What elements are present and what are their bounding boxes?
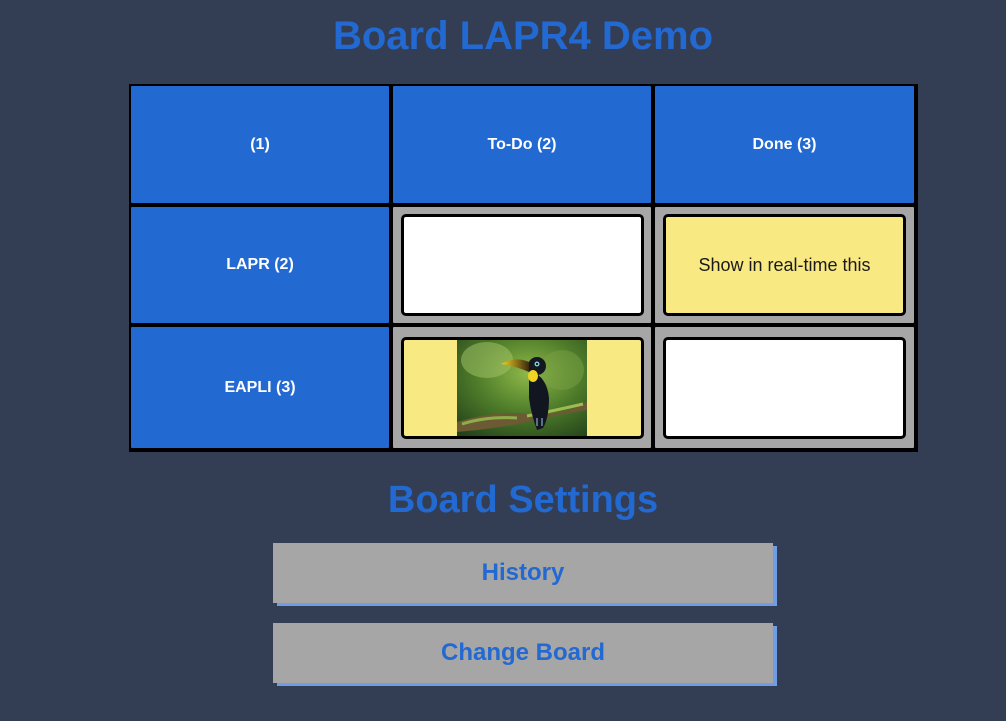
- column-header-label: To-Do (2): [487, 135, 557, 153]
- board-grid: (1) To-Do (2) Done (3) LAPR (2) Show in …: [129, 84, 918, 452]
- history-button[interactable]: History: [273, 543, 773, 603]
- corner-header-label: (1): [250, 135, 270, 153]
- card-text: Show in real-time this: [698, 254, 871, 275]
- board-cell-lapr-todo[interactable]: [391, 205, 653, 325]
- board-cell-lapr-done[interactable]: Show in real-time this: [653, 205, 916, 325]
- card[interactable]: [663, 336, 906, 439]
- column-header-label: Done (3): [752, 135, 817, 153]
- board-cell-eapli-done[interactable]: [653, 325, 916, 450]
- row-header-label: EAPLI (3): [224, 378, 296, 396]
- board-settings-title: Board Settings: [387, 479, 659, 521]
- card[interactable]: [400, 336, 644, 439]
- card[interactable]: Show in real-time this: [663, 214, 906, 316]
- column-header-todo[interactable]: To-Do (2): [391, 84, 653, 205]
- toucan-photo: [457, 339, 587, 436]
- card[interactable]: [400, 214, 644, 316]
- board-title: Board LAPR4 Demo: [332, 14, 714, 58]
- board-cell-eapli-todo[interactable]: [391, 325, 653, 450]
- corner-header-cell: (1): [129, 84, 391, 205]
- row-header-label: LAPR (2): [226, 256, 294, 273]
- row-header-lapr[interactable]: LAPR (2): [129, 205, 391, 325]
- column-header-done[interactable]: Done (3): [653, 84, 916, 205]
- row-header-eapli[interactable]: EAPLI (3): [129, 325, 391, 450]
- change-board-button[interactable]: Change Board: [273, 623, 773, 683]
- page: Board LAPR4 Demo (1) To-Do (2) Done (3) …: [0, 0, 1006, 721]
